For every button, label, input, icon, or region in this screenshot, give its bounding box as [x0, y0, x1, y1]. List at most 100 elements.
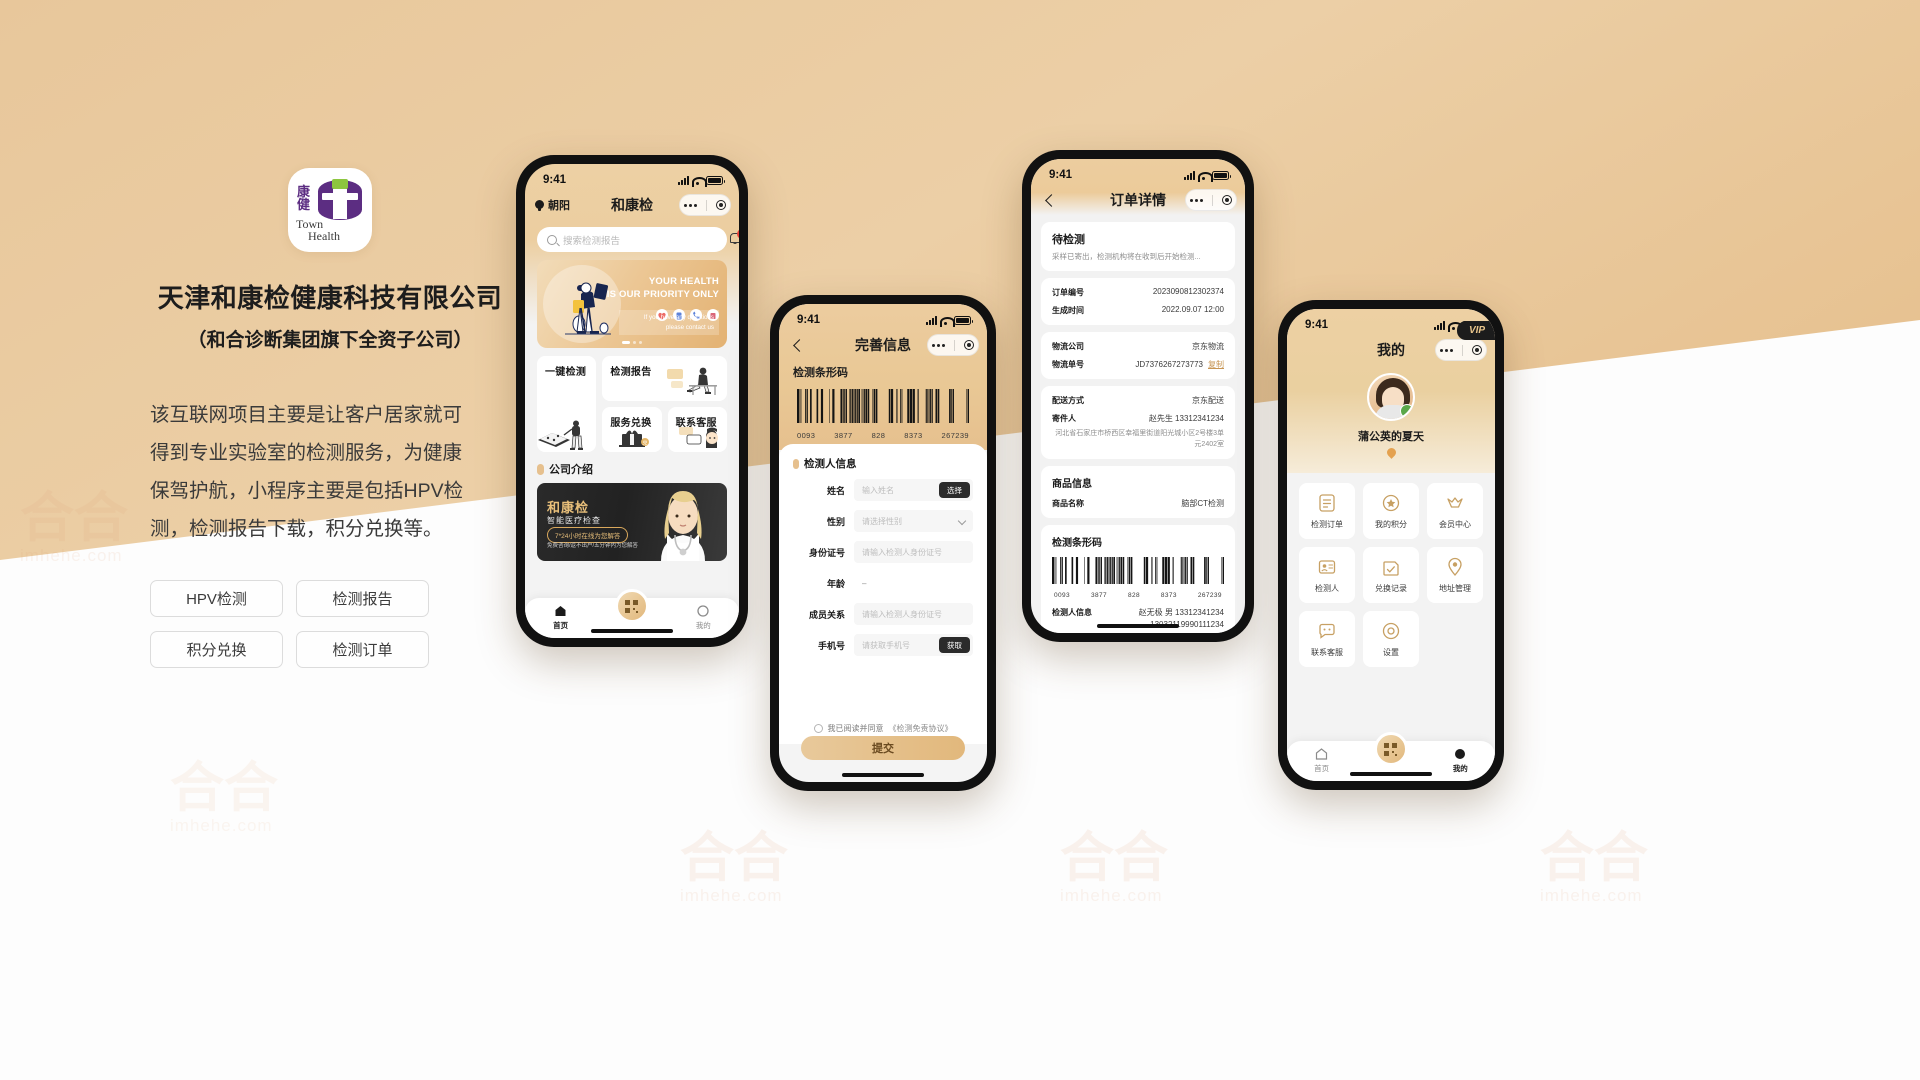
- signal-icon: [1184, 170, 1195, 180]
- status-bar: 9:41: [779, 304, 987, 330]
- capsule-divider: [954, 339, 955, 351]
- row-value: 赵无极 男 13312341234 13032119990111234 2022…: [1138, 608, 1224, 633]
- agreement-link[interactable]: 《检测免责协议》: [889, 723, 953, 734]
- section-marker: [793, 458, 799, 469]
- field-label: 性别: [826, 516, 845, 527]
- field-placeholder: 请获取手机号: [862, 640, 910, 650]
- tab-profile[interactable]: 我的: [1426, 746, 1495, 774]
- get-phone-button[interactable]: 获取: [939, 637, 970, 653]
- section-title: 公司介绍: [549, 464, 593, 476]
- search-placeholder: 搜索检测报告: [563, 235, 621, 247]
- barcode-card: 检测条形码 0093 3877 828 8373 267239 检测人信息 赵无…: [1041, 525, 1235, 633]
- signal-icon: [926, 315, 937, 325]
- row-key: 物流单号: [1052, 360, 1084, 369]
- avatar[interactable]: [1367, 373, 1415, 421]
- name-input[interactable]: 输入姓名 选择: [854, 479, 973, 501]
- menu-item-member-center[interactable]: 会员中心: [1427, 483, 1483, 539]
- phone-mockup-order-detail: 9:41 订单详情 待检测 采样已寄出，检测机构将在收到后开始检测... 订单编…: [1022, 150, 1254, 642]
- more-icon[interactable]: [1440, 348, 1454, 352]
- menu-label: 检测人: [1315, 583, 1339, 593]
- miniprogram-capsule[interactable]: [679, 194, 731, 216]
- profile-header-area: 9:41 我的 VIP 蒲公英的夏天: [1287, 309, 1495, 473]
- service-card-contact-support[interactable]: 联系客服: [667, 407, 727, 452]
- promo-banner[interactable]: YOUR HEALTH IS OUR PRIORITY ONLY If you …: [537, 260, 727, 348]
- menu-item-exchange-records[interactable]: 兑换记录: [1363, 547, 1419, 603]
- miniprogram-capsule[interactable]: [927, 334, 979, 356]
- status-bar: 9:41: [1031, 159, 1245, 185]
- agreement-checkbox[interactable]: [813, 724, 823, 733]
- notification-button[interactable]: 2: [725, 227, 739, 252]
- phone-input[interactable]: 请获取手机号 获取: [854, 634, 973, 656]
- status-time: 9:41: [543, 174, 567, 186]
- search-input[interactable]: 搜索检测报告 2: [537, 227, 739, 252]
- miniprogram-capsule[interactable]: [1185, 189, 1237, 211]
- user-icon: [1426, 746, 1495, 761]
- service-card-one-click-test[interactable]: 一键检测: [537, 356, 597, 452]
- menu-item-contact-support[interactable]: 联系客服: [1299, 611, 1355, 667]
- order-status-title: 待检测: [1052, 234, 1085, 246]
- wifi-icon: [940, 316, 955, 327]
- tab-home[interactable]: 首页: [1287, 746, 1356, 774]
- company-subtitle: （和合诊断集团旗下全资子公司）: [187, 330, 473, 351]
- barcode-numbers: 0093 3877 828 8373 267239: [1054, 592, 1222, 599]
- tab-profile[interactable]: 我的: [668, 603, 739, 631]
- company-intro-video-card[interactable]: 和康检 智能医疗检查 7*24小时在线为您解答 免费咨询/返不出户/五分钟内为您…: [537, 483, 727, 561]
- menu-item-my-points[interactable]: 我的积分: [1363, 483, 1419, 539]
- row-value: 2023090812302374: [1152, 287, 1224, 296]
- tag-points-exchange[interactable]: 积分兑换: [150, 631, 283, 669]
- relation-input[interactable]: 请输入检测人身份证号: [854, 603, 973, 625]
- close-target-icon[interactable]: [715, 200, 726, 210]
- scan-icon[interactable]: [614, 589, 649, 623]
- avatar-status-badge: [1400, 404, 1413, 418]
- capsule-divider: [1212, 194, 1213, 206]
- close-target-icon[interactable]: [963, 340, 974, 350]
- menu-item-testers[interactable]: 检测人: [1299, 547, 1355, 603]
- more-icon[interactable]: [1190, 198, 1204, 202]
- tab-home[interactable]: 首页: [525, 603, 596, 631]
- banner-pagination[interactable]: [622, 341, 642, 344]
- copy-button[interactable]: 复制: [1208, 360, 1224, 369]
- id-number-input[interactable]: 请输入检测人身份证号: [854, 541, 973, 563]
- table-row: 检测人信息 赵无极 男 13312341234 1303211999011123…: [1052, 607, 1224, 633]
- table-row: 生成时间 2022.09.07 12:00: [1052, 305, 1224, 316]
- select-contact-button[interactable]: 选择: [939, 482, 970, 498]
- user-icon: [668, 603, 739, 618]
- service-illustration: 兑: [618, 430, 649, 447]
- field-label: 手机号: [817, 640, 845, 651]
- more-icon[interactable]: [932, 343, 946, 347]
- close-target-icon[interactable]: [1471, 345, 1482, 355]
- form-row-name: 姓名 输入姓名 选择: [779, 479, 987, 501]
- row-value: 京东配送: [1192, 396, 1224, 405]
- menu-item-test-orders[interactable]: 检测订单: [1299, 483, 1355, 539]
- order-header-area: 9:41 订单详情: [1031, 159, 1245, 215]
- tag-test-report[interactable]: 检测报告: [296, 580, 429, 618]
- form-row-age: 年龄 –: [779, 572, 987, 594]
- row-value: JD7376267273773 复制: [1135, 360, 1224, 369]
- exchange-icon: [1383, 560, 1399, 576]
- banner-note: If you have any questions please contact…: [619, 310, 719, 335]
- submit-button[interactable]: 提交: [801, 736, 965, 760]
- field-placeholder: 输入姓名: [862, 485, 894, 495]
- form-row-phone: 手机号 请获取手机号 获取: [779, 634, 987, 656]
- nav-bar: 朝阳 和康检: [525, 190, 739, 220]
- service-card-test-report[interactable]: 检测报告: [602, 356, 727, 401]
- order-icon: [1319, 493, 1335, 512]
- screen-complete-info: 9:41 完善信息 检测条形码 0093 3877 828 8373 26723…: [779, 304, 987, 782]
- close-target-icon[interactable]: [1221, 195, 1232, 205]
- menu-item-settings[interactable]: 设置: [1363, 611, 1419, 667]
- menu-item-address-management[interactable]: 地址管理: [1427, 547, 1483, 603]
- row-key: 订单编号: [1052, 288, 1084, 297]
- signal-icon: [1434, 320, 1445, 330]
- miniprogram-capsule[interactable]: [1435, 339, 1487, 361]
- status-bar: 9:41: [525, 164, 739, 190]
- service-card-service-exchange[interactable]: 服务兑换 兑: [602, 407, 662, 452]
- phone-mockup-home: 9:41 朝阳 和康检 搜索检测报告 2: [516, 155, 748, 647]
- tag-test-order[interactable]: 检测订单: [296, 631, 429, 669]
- gender-select[interactable]: 请选择性别: [854, 510, 973, 532]
- tag-hpv-test[interactable]: HPV检测: [150, 580, 283, 618]
- form-section-header: 检测人信息: [779, 454, 987, 479]
- more-icon[interactable]: [684, 203, 698, 207]
- section-header-company-intro: 公司介绍: [537, 461, 727, 477]
- order-status-card: 待检测 采样已寄出，检测机构将在收到后开始检测...: [1041, 222, 1235, 271]
- scan-icon[interactable]: [1373, 732, 1408, 766]
